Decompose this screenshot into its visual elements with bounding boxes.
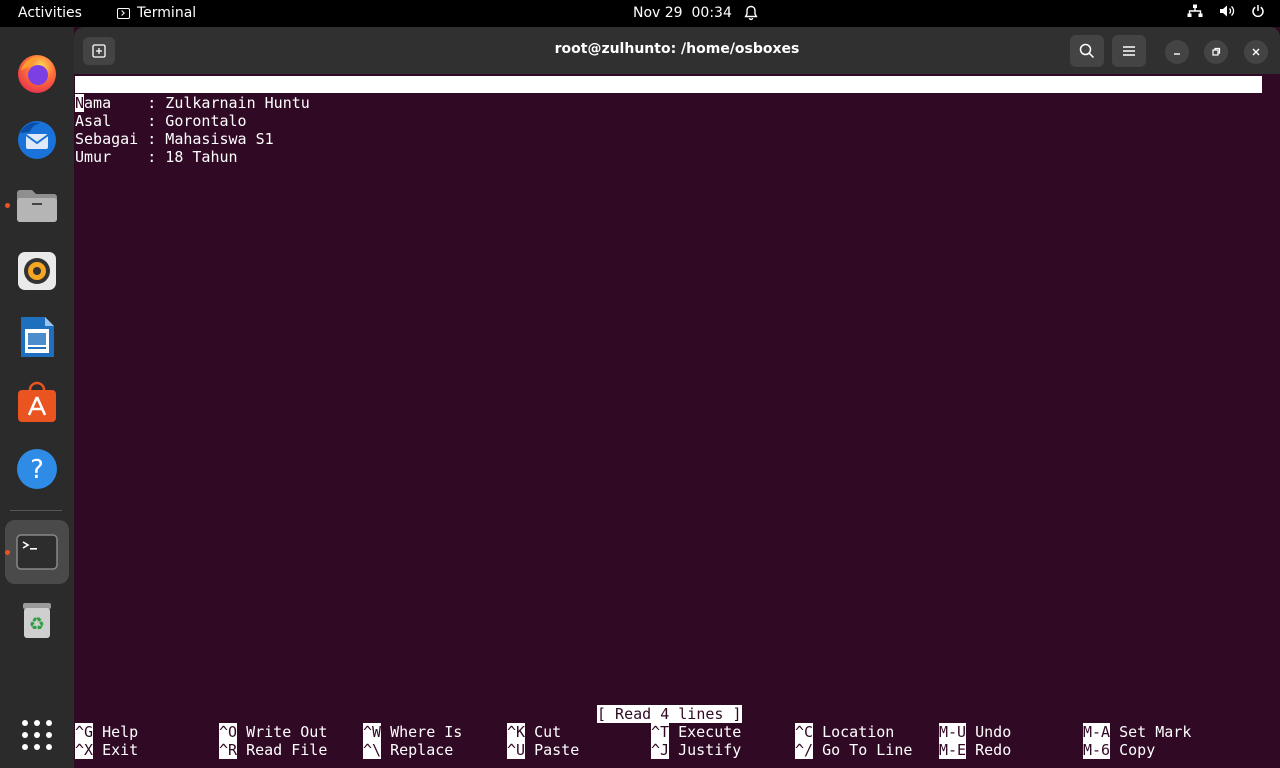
- shortcut-paste[interactable]: ^U Paste: [507, 741, 579, 759]
- shortcut-where-is[interactable]: ^W Where Is: [363, 723, 462, 741]
- hamburger-menu-icon: [1123, 46, 1135, 56]
- shortcut-justify[interactable]: ^J Justify: [651, 741, 741, 759]
- shortcut-write-out[interactable]: ^O Write Out: [219, 723, 327, 741]
- status-message: [ Read 4 lines ]: [597, 705, 742, 723]
- shortcut-read-file[interactable]: ^R Read File: [219, 741, 327, 759]
- restore-icon: [1212, 47, 1221, 56]
- shortcut-location[interactable]: ^C Location: [795, 723, 894, 741]
- minimize-button[interactable]: [1165, 40, 1189, 64]
- dock-writer[interactable]: [0, 305, 74, 369]
- shortcut-go-to-line[interactable]: ^/ Go To Line: [795, 741, 912, 759]
- trash-icon: ♻: [23, 603, 51, 638]
- shortcut-help[interactable]: ^G Help: [75, 723, 138, 741]
- terminal-window: root@zulhunto: /home/osboxes GNU nano 6.…: [74, 27, 1280, 768]
- files-folder-icon: [17, 190, 57, 222]
- shortcut-undo[interactable]: M-U Undo: [939, 723, 1011, 741]
- dock-rhythmbox[interactable]: [0, 239, 74, 303]
- dock-trash[interactable]: ♻: [0, 587, 74, 651]
- shortcut-redo[interactable]: M-E Redo: [939, 741, 1011, 759]
- dock-app-center[interactable]: [0, 371, 74, 435]
- clock[interactable]: Nov 29 00:34: [633, 5, 758, 21]
- close-button[interactable]: [1244, 40, 1268, 64]
- text-line-2[interactable]: Asal : Gorontalo: [75, 112, 247, 130]
- dock-help[interactable]: ?: [0, 437, 74, 501]
- terminal-icon: [16, 534, 58, 570]
- nano-title-bar: GNU nano 6.2 ung/fakultas/teknik/tekniki…: [75, 76, 1262, 130]
- search-button[interactable]: [1070, 35, 1104, 67]
- app-menu[interactable]: Terminal: [117, 5, 196, 21]
- shortcut-set-mark[interactable]: M-A Set Mark: [1083, 723, 1191, 741]
- search-icon: [1079, 43, 1095, 59]
- maximize-button[interactable]: [1204, 40, 1228, 64]
- dock-separator: [10, 510, 62, 511]
- libreoffice-writer-icon: [21, 317, 54, 357]
- text-cursor: N: [75, 94, 85, 112]
- show-apps-grid-icon: [22, 720, 52, 750]
- text-line-3[interactable]: Sebagai : Mahasiswa S1: [75, 130, 274, 148]
- firefox-icon: [18, 55, 56, 93]
- dock-files[interactable]: [0, 173, 74, 237]
- app-menu-label: Terminal: [137, 5, 197, 21]
- svg-text:♻: ♻: [29, 614, 45, 635]
- running-indicator: [5, 203, 10, 208]
- dock-terminal[interactable]: [0, 520, 74, 584]
- shortcut-cut[interactable]: ^K Cut: [507, 723, 561, 741]
- terminal-app-icon: [117, 7, 130, 19]
- app-center-bag-icon: [18, 381, 56, 422]
- help-icon: ?: [17, 449, 57, 489]
- close-icon: [1252, 48, 1260, 56]
- dock-firefox[interactable]: [0, 41, 74, 105]
- shortcut-exit[interactable]: ^X Exit: [75, 741, 138, 759]
- top-bar: Activities Terminal Nov 29 00:34: [0, 0, 1280, 27]
- minimize-icon: [1174, 53, 1180, 55]
- dock: ? ♻: [0, 27, 74, 768]
- rhythmbox-speaker-icon: [18, 252, 56, 290]
- text-line-1[interactable]: Nama : Zulkarnain Huntu: [75, 94, 310, 112]
- running-indicator: [5, 550, 10, 555]
- activities-button[interactable]: Activities: [18, 5, 82, 21]
- menu-button[interactable]: [1112, 35, 1146, 67]
- window-headerbar[interactable]: root@zulhunto: /home/osboxes: [74, 27, 1280, 74]
- dock-show-apps[interactable]: [0, 703, 74, 767]
- power-icon: [1251, 4, 1265, 18]
- system-tray[interactable]: [1187, 4, 1265, 18]
- nano-filename: ung/fakultas/teknik/teknikinformatika/si…: [327, 112, 1059, 130]
- nano-editor[interactable]: GNU nano 6.2 ung/fakultas/teknik/tekniki…: [74, 75, 1280, 768]
- svg-text:?: ?: [30, 455, 44, 485]
- network-wired-icon: [1187, 4, 1203, 18]
- text-line-4[interactable]: Umur : 18 Tahun: [75, 148, 238, 166]
- shortcut-execute[interactable]: ^T Execute: [651, 723, 741, 741]
- clock-date: Nov 29: [633, 5, 683, 21]
- dock-thunderbird[interactable]: [0, 107, 74, 171]
- bell-icon: [744, 5, 758, 21]
- volume-icon: [1219, 4, 1235, 18]
- shortcut-copy[interactable]: M-6 Copy: [1083, 741, 1155, 759]
- thunderbird-icon: [18, 121, 56, 159]
- clock-time: 00:34: [691, 5, 732, 21]
- shortcut-replace[interactable]: ^\ Replace: [363, 741, 453, 759]
